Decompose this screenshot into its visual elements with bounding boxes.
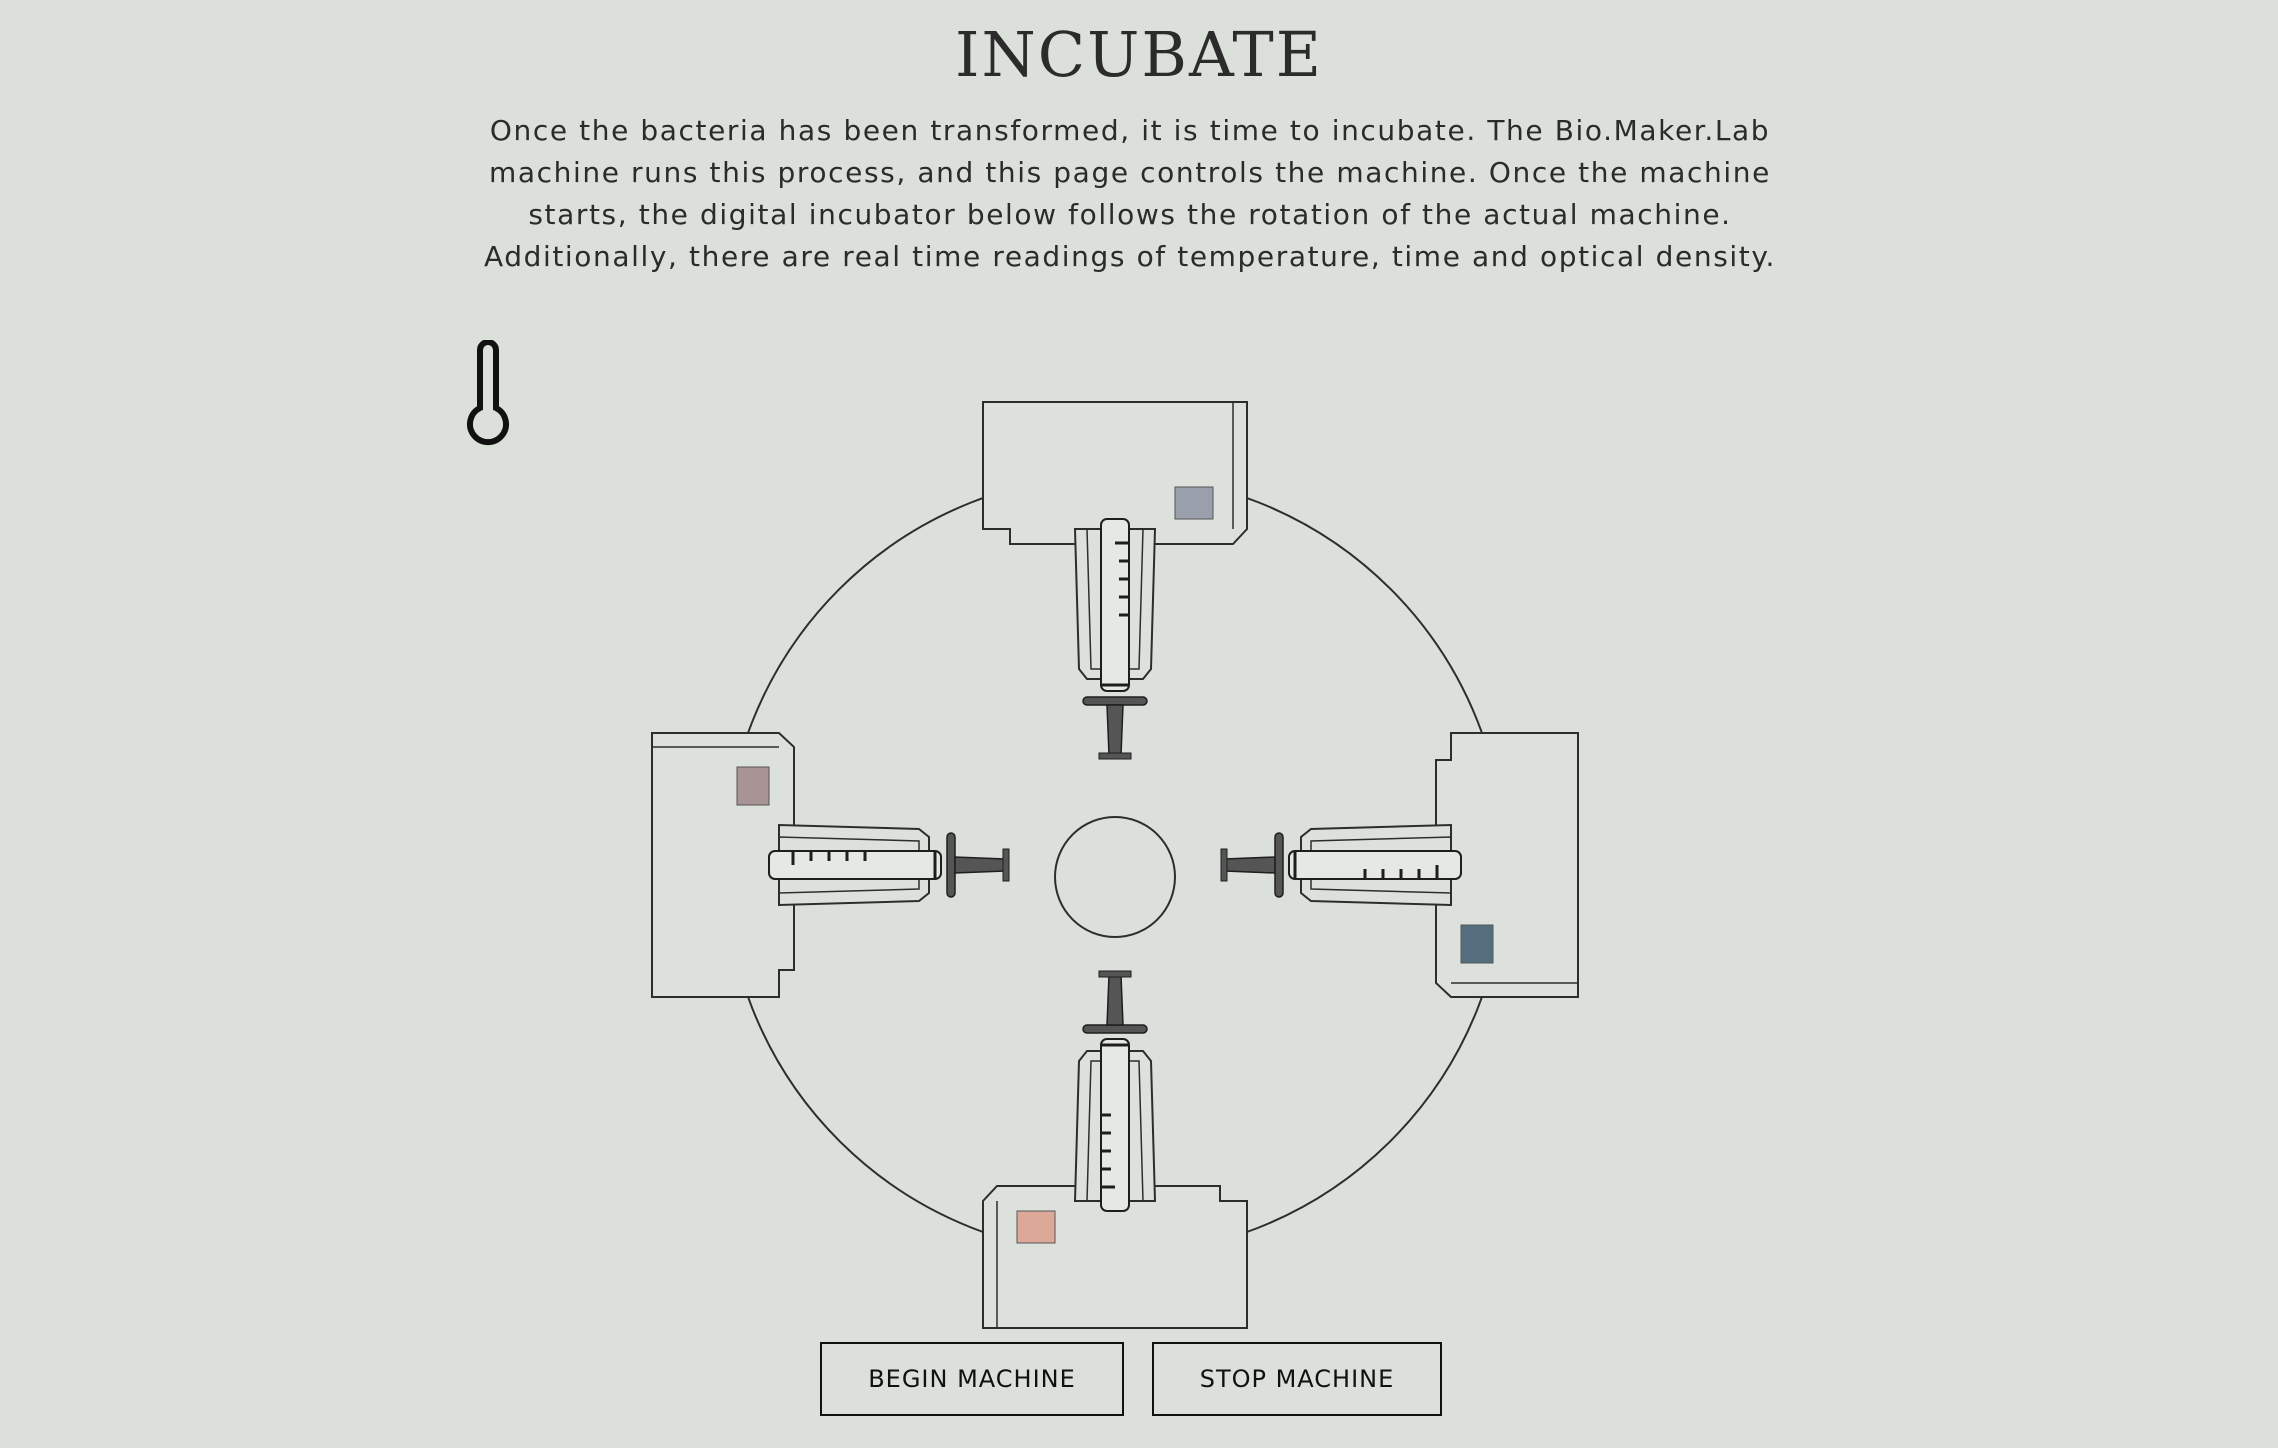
page-title: INCUBATE (955, 18, 1323, 91)
stop-machine-button[interactable]: STOP MACHINE (1152, 1342, 1442, 1416)
incubator-diagram (650, 400, 1580, 1330)
begin-machine-button[interactable]: BEGIN MACHINE (820, 1342, 1124, 1416)
sample-left (736, 766, 770, 806)
machine-controls: BEGIN MACHINE STOP MACHINE (820, 1342, 1442, 1416)
sample-top (1174, 486, 1214, 520)
thermometer-icon (467, 340, 509, 446)
sample-bottom (1016, 1210, 1056, 1244)
sample-right (1460, 924, 1494, 964)
intro-text: Once the bacteria has been transformed, … (483, 114, 1777, 273)
